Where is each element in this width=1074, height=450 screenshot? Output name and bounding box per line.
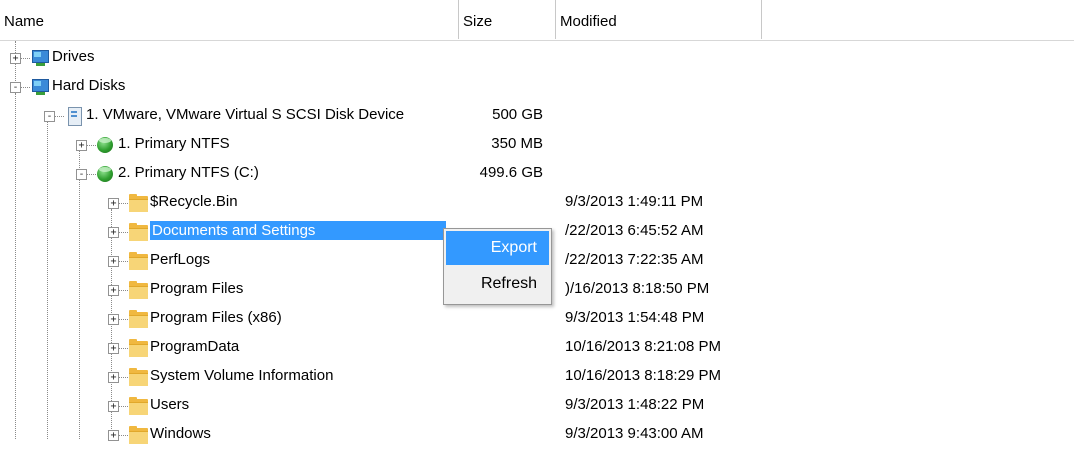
folder-icon <box>128 339 148 357</box>
tree-connector-line <box>118 290 128 291</box>
expand-toggle[interactable]: + <box>108 314 119 325</box>
disk-icon <box>64 107 84 126</box>
tree-connector-line <box>54 116 64 117</box>
monitor-icon <box>30 49 50 67</box>
expand-toggle[interactable]: + <box>108 372 119 383</box>
column-modified-header[interactable]: Modified <box>556 0 762 39</box>
tree-item-label[interactable]: Program Files <box>150 280 243 297</box>
tree-connector-line <box>118 203 128 204</box>
monitor-icon <box>30 78 50 96</box>
tree-row[interactable]: + Program Files (x86) 9/3/2013 1:54:48 PM <box>0 305 1074 334</box>
tree-item-label[interactable]: Hard Disks <box>52 77 125 94</box>
context-menu-refresh[interactable]: Refresh <box>446 267 549 301</box>
tree-row[interactable]: + $Recycle.Bin 9/3/2013 1:49:11 PM <box>0 189 1074 218</box>
expand-toggle[interactable]: + <box>76 140 87 151</box>
tree-connector-line <box>86 145 96 146</box>
expand-toggle[interactable]: + <box>108 343 119 354</box>
tree-connector-line <box>118 232 128 233</box>
expand-toggle[interactable]: + <box>108 227 119 238</box>
expand-toggle[interactable]: + <box>10 53 21 64</box>
tree-row[interactable]: + Drives <box>0 44 1074 73</box>
tree-row[interactable]: - 2. Primary NTFS (C:) 499.6 GB <box>0 160 1074 189</box>
tree-item-label[interactable]: ProgramData <box>150 338 239 355</box>
tree-connector-line <box>118 406 128 407</box>
context-menu-export[interactable]: Export <box>446 231 549 265</box>
tree-row[interactable]: + Users 9/3/2013 1:48:22 PM <box>0 392 1074 421</box>
modified-cell: )/16/2013 8:18:50 PM <box>565 280 710 297</box>
tree-row[interactable]: - Hard Disks <box>0 73 1074 102</box>
tree-item-label[interactable]: Drives <box>52 48 95 65</box>
tree-connector-line <box>20 58 30 59</box>
expand-toggle[interactable]: + <box>108 285 119 296</box>
size-cell: 500 GB <box>492 106 543 123</box>
folder-icon <box>128 281 148 299</box>
tree-item-label[interactable]: System Volume Information <box>150 367 333 384</box>
folder-icon <box>128 252 148 270</box>
partition-icon <box>96 136 116 154</box>
folder-icon <box>128 368 148 386</box>
folder-icon <box>128 397 148 415</box>
tree-connector-line <box>118 348 128 349</box>
tree-item-label[interactable]: Program Files (x86) <box>150 309 282 326</box>
tree-item-label[interactable]: 1. VMware, VMware Virtual S SCSI Disk De… <box>86 106 404 123</box>
modified-cell: /22/2013 7:22:35 AM <box>565 251 704 268</box>
tree-connector-line <box>118 261 128 262</box>
modified-cell: 10/16/2013 8:21:08 PM <box>565 338 721 355</box>
tree-item-label[interactable]: 1. Primary NTFS <box>118 135 230 152</box>
size-cell: 499.6 GB <box>479 164 543 181</box>
tree-item-label[interactable]: PerfLogs <box>150 251 210 268</box>
tree-item-label[interactable]: Users <box>150 396 189 413</box>
folder-icon <box>128 194 148 212</box>
tree-connector-line <box>118 319 128 320</box>
tree-connector-line <box>20 87 30 88</box>
tree-item-label[interactable]: Windows <box>150 425 211 442</box>
expand-toggle[interactable]: + <box>108 256 119 267</box>
tree-row[interactable]: + Windows 9/3/2013 9:43:00 AM <box>0 421 1074 450</box>
expand-toggle[interactable]: + <box>108 401 119 412</box>
tree-connector-line <box>118 377 128 378</box>
folder-icon <box>128 310 148 328</box>
modified-cell: 9/3/2013 1:49:11 PM <box>565 193 704 210</box>
column-header: Name Size Modified <box>0 0 1074 41</box>
tree-connector-line <box>118 435 128 436</box>
tree-item-label[interactable]: Documents and Settings <box>150 221 446 240</box>
collapse-toggle[interactable]: - <box>44 111 55 122</box>
collapse-toggle[interactable]: - <box>10 82 21 93</box>
modified-cell: 9/3/2013 1:48:22 PM <box>565 396 705 413</box>
collapse-toggle[interactable]: - <box>76 169 87 180</box>
modified-cell: 10/16/2013 8:18:29 PM <box>565 367 721 384</box>
folder-icon <box>128 223 148 241</box>
partition-icon <box>96 165 116 183</box>
size-cell: 350 MB <box>491 135 543 152</box>
tree-connector-line <box>86 174 96 175</box>
column-filler <box>762 0 1074 39</box>
expand-toggle[interactable]: + <box>108 430 119 441</box>
tree-item-label[interactable]: 2. Primary NTFS (C:) <box>118 164 259 181</box>
modified-cell: 9/3/2013 1:54:48 PM <box>565 309 705 326</box>
expand-toggle[interactable]: + <box>108 198 119 209</box>
context-menu: Export Refresh <box>443 228 552 305</box>
tree-row[interactable]: + ProgramData 10/16/2013 8:21:08 PM <box>0 334 1074 363</box>
column-size-header[interactable]: Size <box>459 0 556 39</box>
tree-item-label[interactable]: $Recycle.Bin <box>150 193 238 210</box>
folder-icon <box>128 426 148 444</box>
modified-cell: 9/3/2013 9:43:00 AM <box>565 425 704 442</box>
column-name-header[interactable]: Name <box>0 0 459 39</box>
tree-row[interactable]: +1. Primary NTFS 350 MB <box>0 131 1074 160</box>
tree-row[interactable]: + System Volume Information 10/16/2013 8:1… <box>0 363 1074 392</box>
modified-cell: /22/2013 6:45:52 AM <box>565 222 704 239</box>
tree-row[interactable]: - 1. VMware, VMware Virtual S SCSI Disk D… <box>0 102 1074 131</box>
